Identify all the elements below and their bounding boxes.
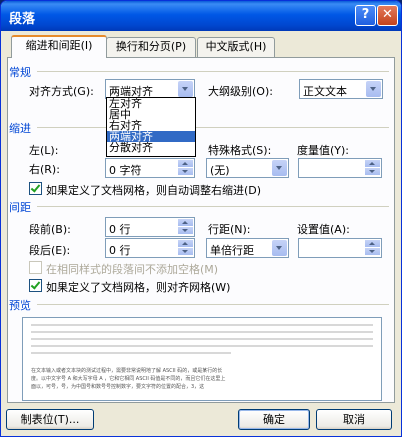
- tab-asian-typography[interactable]: 中文版式(H): [197, 37, 275, 57]
- preview-placeholder-line: [31, 352, 231, 354]
- chevron-down-icon[interactable]: [366, 81, 381, 97]
- alignment-option[interactable]: 分散对齐: [107, 142, 195, 153]
- outline-value: 正文文本: [303, 85, 347, 98]
- title-bar[interactable]: 段落 ? ✕: [1, 1, 401, 31]
- line-spacing-label: 行距(N):: [208, 223, 251, 236]
- after-input[interactable]: 0 行: [105, 238, 195, 258]
- preview-heading: 预览: [9, 299, 31, 312]
- spacing-divider: [37, 206, 389, 207]
- spacing-heading: 间距: [9, 201, 31, 214]
- line-spacing-value: 单倍行距: [210, 244, 254, 257]
- spin-buttons[interactable]: [365, 240, 380, 256]
- snap-grid-checkbox[interactable]: [29, 279, 42, 292]
- tab-line-page-breaks[interactable]: 换行和分页(P): [106, 37, 196, 57]
- before-value: 0 行: [109, 223, 131, 236]
- indent-divider: [37, 127, 389, 128]
- spin-buttons[interactable]: [178, 240, 193, 256]
- ok-button[interactable]: 确定: [238, 409, 310, 430]
- indent-right-value: 0 字符: [109, 164, 142, 177]
- spin-buttons[interactable]: [365, 160, 380, 176]
- no-space-checkbox[interactable]: [29, 261, 42, 274]
- no-space-label: 在相同样式的段落间不添加空格(M): [46, 263, 219, 276]
- outline-label: 大纲级别(O):: [208, 85, 273, 98]
- special-select[interactable]: (无): [206, 158, 289, 178]
- alignment-select[interactable]: 两端对齐: [105, 79, 195, 99]
- at-input[interactable]: [298, 238, 382, 258]
- window-title: 段落: [9, 12, 36, 27]
- tab-stops-button[interactable]: 制表位(T)...: [6, 409, 94, 430]
- chevron-down-icon[interactable]: [178, 81, 193, 97]
- general-heading: 常规: [9, 66, 31, 79]
- at-label: 设置值(A):: [297, 223, 350, 236]
- preview-placeholder-line: [31, 345, 373, 347]
- indent-left-label: 左(L):: [29, 144, 59, 157]
- alignment-dropdown-list[interactable]: 左对齐 居中 右对齐 两端对齐 分散对齐: [106, 97, 196, 157]
- line-spacing-select[interactable]: 单倍行距: [206, 238, 289, 258]
- preview-sample-text: 在文本输入或者文本块的测试过程中，需要非常说明地了解 ASCII 码的，或是某行…: [31, 368, 223, 374]
- indent-right-input[interactable]: 0 字符: [105, 158, 195, 178]
- paragraph-dialog: 段落 ? ✕ 缩进和间距(I) 换行和分页(P) 中文版式(H) 常规 对齐方式…: [0, 0, 402, 437]
- preview-placeholder-line: [31, 331, 373, 333]
- spin-buttons[interactable]: [178, 219, 193, 235]
- chevron-down-icon[interactable]: [272, 160, 287, 176]
- preview-divider: [37, 304, 389, 305]
- auto-adjust-label: 如果定义了文档网格，则自动调整右缩进(D): [46, 184, 262, 197]
- chevron-down-icon[interactable]: [272, 240, 287, 256]
- preview-placeholder-line: [31, 324, 373, 326]
- snap-grid-label: 如果定义了文档网格，则对齐网格(W): [46, 281, 231, 294]
- close-button[interactable]: ✕: [377, 5, 398, 26]
- indent-right-label: 右(R):: [29, 163, 60, 176]
- alignment-label: 对齐方式(G):: [29, 85, 94, 98]
- preview-placeholder-line: [31, 338, 373, 340]
- before-input[interactable]: 0 行: [105, 217, 195, 237]
- preview-sample-text: 度。以中文字号 A 和大写字母 A ，它和它相同 ASCII 码值是不同的，而且…: [31, 376, 226, 382]
- special-label: 特殊格式(S):: [208, 144, 272, 157]
- amount-label: 度量值(Y):: [297, 144, 350, 157]
- after-value: 0 行: [109, 244, 131, 257]
- after-label: 段后(E):: [29, 244, 71, 257]
- special-value: (无): [210, 164, 230, 177]
- indent-heading: 缩进: [9, 122, 31, 135]
- preview-box: 在文本输入或者文本块的测试过程中，需要非常说明地了解 ASCII 码的，或是某行…: [22, 317, 382, 401]
- cancel-button[interactable]: 取消: [316, 409, 392, 430]
- tab-indents-spacing[interactable]: 缩进和间距(I): [11, 35, 107, 58]
- preview-sample-text: 面以，可号，号，为中国号和数号号控制数字，要文字符的位置的配合，3，这: [31, 384, 205, 390]
- outline-select[interactable]: 正文文本: [299, 79, 383, 99]
- before-label: 段前(B):: [29, 223, 71, 236]
- help-button[interactable]: ?: [355, 5, 376, 26]
- auto-adjust-checkbox[interactable]: [29, 182, 42, 195]
- amount-input[interactable]: [298, 158, 382, 178]
- general-divider: [37, 71, 389, 72]
- spin-buttons[interactable]: [178, 160, 193, 176]
